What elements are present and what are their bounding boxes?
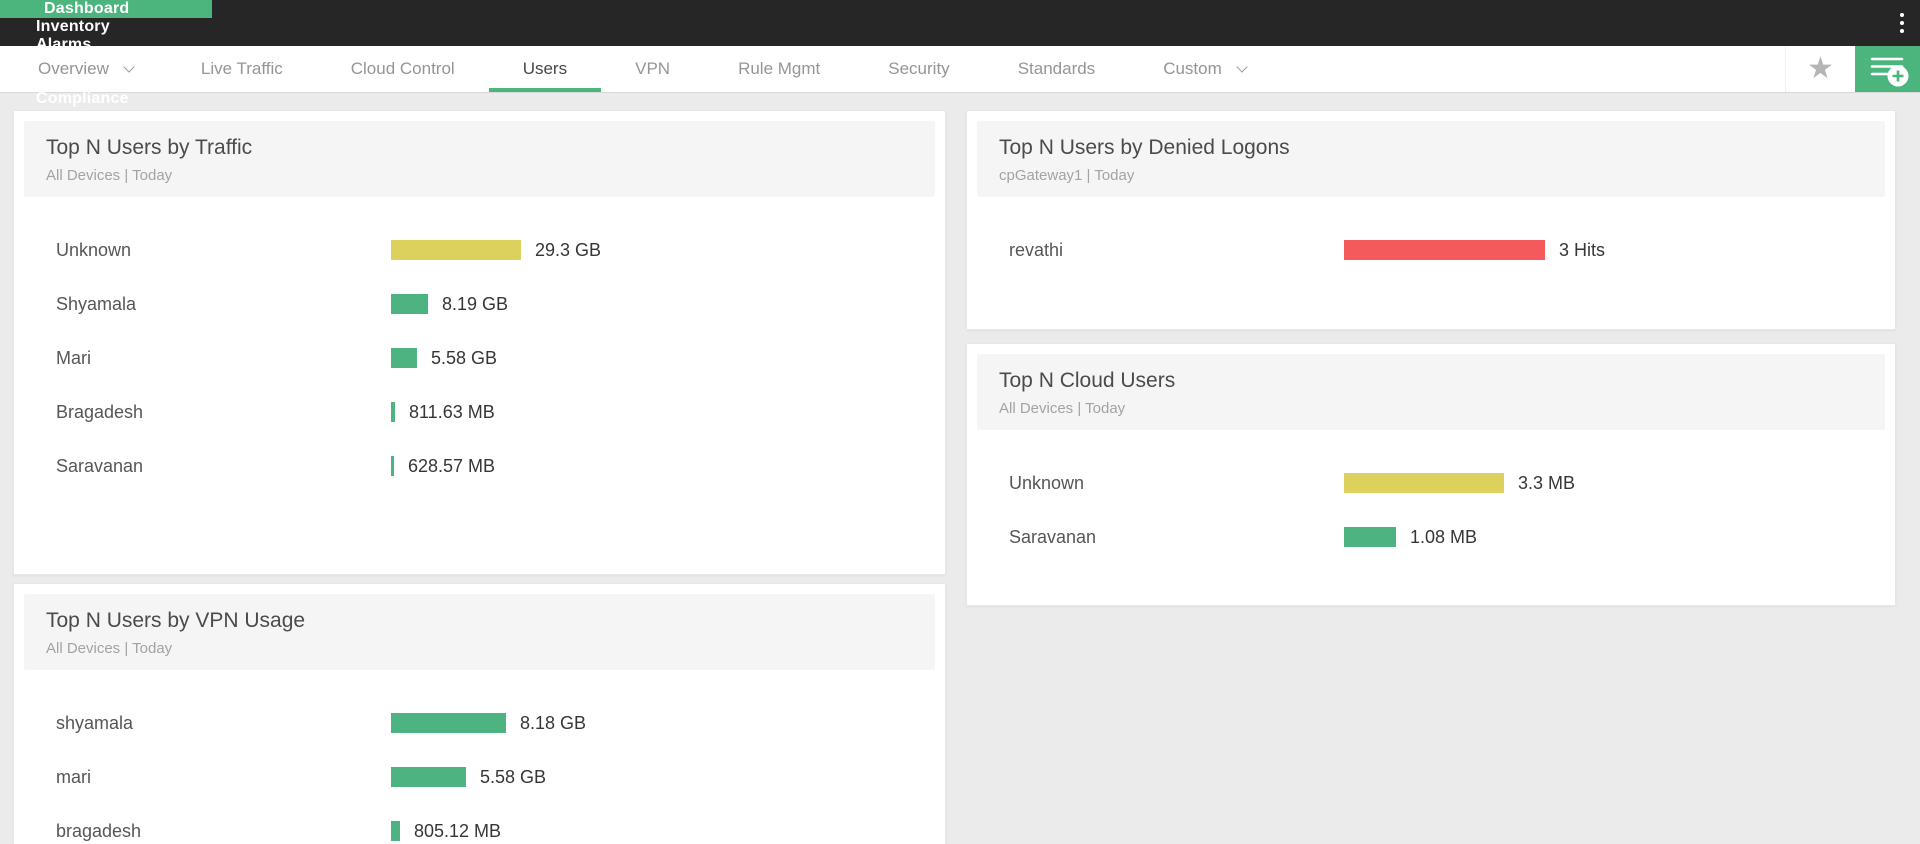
panel-header: Top N Cloud Users All Devices | Today: [977, 354, 1885, 430]
chevron-down-icon: [1236, 61, 1247, 72]
user-label: Shyamala: [56, 294, 391, 315]
chart-row: Unknown 3.3 MB: [967, 456, 1895, 510]
panel-top-users-by-denied-logons: Top N Users by Denied Logons cpGateway1 …: [966, 110, 1896, 330]
dashboard-tab[interactable]: Custom: [1129, 46, 1280, 92]
panel-subtitle: cpGateway1 | Today: [999, 167, 1863, 184]
usage-value: 811.63 MB: [409, 402, 495, 423]
dashboard-tab[interactable]: Cloud Control: [317, 46, 489, 92]
chart-row: Mari 5.58 GB: [14, 331, 945, 385]
user-label: mari: [56, 767, 391, 788]
dashboard-tab[interactable]: Overview: [4, 46, 167, 92]
user-label: revathi: [1009, 240, 1344, 261]
topnav-item[interactable]: Inventory: [0, 18, 212, 36]
dashboard-tab-label: Custom: [1163, 59, 1222, 79]
usage-bar[interactable]: [1344, 527, 1396, 547]
panel-top-users-by-vpn-usage: Top N Users by VPN Usage All Devices | T…: [13, 583, 946, 844]
dashboard-tab[interactable]: Security: [854, 46, 983, 92]
user-label: shyamala: [56, 713, 391, 734]
usage-bar[interactable]: [391, 240, 521, 260]
usage-bar[interactable]: [391, 294, 428, 314]
topnav-item-label: Compliance: [36, 90, 129, 108]
panel-title: Top N Users by VPN Usage: [46, 609, 913, 633]
usage-value: 3 Hits: [1559, 240, 1605, 261]
dashboard-tab-label: Users: [523, 59, 567, 79]
top-navigation: Dashboard Inventory Alarms Reports Rule …: [0, 0, 1920, 46]
topnav-item-label: Inventory: [36, 18, 110, 36]
topnav-item[interactable]: Dashboard: [0, 0, 212, 18]
dashboard-tab-label: Cloud Control: [351, 59, 455, 79]
user-label: Saravanan: [56, 456, 391, 477]
usage-value: 1.08 MB: [1410, 527, 1477, 548]
kebab-menu-icon[interactable]: [1884, 0, 1920, 46]
dashboard-tab[interactable]: VPN: [601, 46, 704, 92]
user-label: Unknown: [56, 240, 391, 261]
usage-bar[interactable]: [391, 456, 394, 476]
panel-header: Top N Users by VPN Usage All Devices | T…: [24, 594, 935, 670]
chevron-down-icon: [123, 61, 134, 72]
dashboard-tab-label: VPN: [635, 59, 670, 79]
dashboard-tab[interactable]: Standards: [984, 46, 1130, 92]
dashboard-tab[interactable]: Live Traffic: [167, 46, 317, 92]
panel-header: Top N Users by Denied Logons cpGateway1 …: [977, 121, 1885, 197]
usage-value: 805.12 MB: [414, 821, 501, 842]
usage-value: 29.3 GB: [535, 240, 601, 261]
dashboard-tab-bar: Overview Live Traffic Cloud Control User…: [0, 46, 1920, 93]
panel-subtitle: All Devices | Today: [46, 167, 913, 184]
panel-top-users-by-traffic: Top N Users by Traffic All Devices | Tod…: [13, 110, 946, 575]
chart-row: mari 5.58 GB: [14, 750, 945, 804]
chart-row: revathi 3 Hits: [967, 223, 1895, 277]
usage-value: 3.3 MB: [1518, 473, 1575, 494]
chart-row: shyamala 8.18 GB: [14, 696, 945, 750]
panel-header: Top N Users by Traffic All Devices | Tod…: [24, 121, 935, 197]
dashboard-content: Top N Users by Traffic All Devices | Tod…: [0, 93, 1920, 844]
usage-bar[interactable]: [391, 402, 395, 422]
user-label: Bragadesh: [56, 402, 391, 423]
user-label: Saravanan: [1009, 527, 1344, 548]
usage-bar[interactable]: [1344, 240, 1545, 260]
list-plus-icon: [1856, 46, 1920, 93]
dashboard-tab-label: Security: [888, 59, 949, 79]
favorite-button[interactable]: ★: [1785, 46, 1855, 92]
panel-top-cloud-users: Top N Cloud Users All Devices | Today Un…: [966, 343, 1896, 606]
usage-value: 5.58 GB: [480, 767, 546, 788]
usage-bar[interactable]: [391, 713, 506, 733]
usage-value: 8.18 GB: [520, 713, 586, 734]
dashboard-tab-label: Rule Mgmt: [738, 59, 820, 79]
user-label: Unknown: [1009, 473, 1344, 494]
usage-bar[interactable]: [1344, 473, 1504, 493]
chart-row: Saravanan 628.57 MB: [14, 439, 945, 493]
user-label: Mari: [56, 348, 391, 369]
dashboard-tab-label: Overview: [38, 59, 109, 79]
topnav-item[interactable]: Compliance: [0, 90, 212, 108]
chart-row: bragadesh 805.12 MB: [14, 804, 945, 844]
usage-bar[interactable]: [391, 348, 417, 368]
panel-title: Top N Users by Traffic: [46, 136, 913, 160]
chart-row: Bragadesh 811.63 MB: [14, 385, 945, 439]
dashboard-tab-label: Live Traffic: [201, 59, 283, 79]
usage-bar[interactable]: [391, 767, 466, 787]
panel-title: Top N Users by Denied Logons: [999, 136, 1863, 160]
usage-value: 628.57 MB: [408, 456, 495, 477]
topnav-item-label: Dashboard: [44, 0, 129, 18]
dashboard-tab-label: Standards: [1018, 59, 1096, 79]
dashboard-tab[interactable]: Users: [489, 46, 601, 92]
user-label: bragadesh: [56, 821, 391, 842]
panel-subtitle: All Devices | Today: [999, 400, 1863, 417]
chart-row: Unknown 29.3 GB: [14, 223, 945, 277]
panel-title: Top N Cloud Users: [999, 369, 1863, 393]
usage-value: 8.19 GB: [442, 294, 508, 315]
panel-subtitle: All Devices | Today: [46, 640, 913, 657]
star-icon: ★: [1807, 54, 1834, 84]
chart-row: Shyamala 8.19 GB: [14, 277, 945, 331]
usage-bar[interactable]: [391, 821, 400, 841]
usage-value: 5.58 GB: [431, 348, 497, 369]
chart-row: Saravanan 1.08 MB: [967, 510, 1895, 564]
add-dashboard-button[interactable]: [1855, 46, 1920, 92]
dashboard-tab[interactable]: Rule Mgmt: [704, 46, 854, 92]
